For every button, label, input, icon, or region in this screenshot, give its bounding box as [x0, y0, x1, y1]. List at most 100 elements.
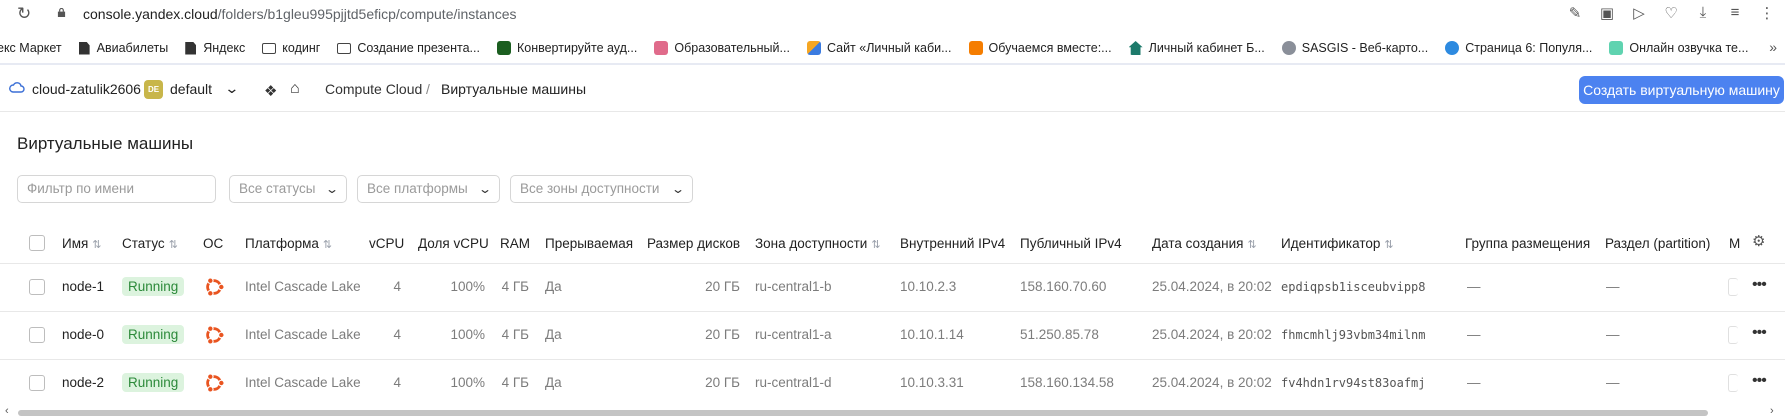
bookmark-item[interactable]: Авиабилеты	[78, 41, 169, 55]
vcpu-share-cell: 100%	[450, 279, 485, 294]
more-actions-icon[interactable]: •••	[1752, 372, 1767, 390]
id-cell[interactable]: fhmcmhlj93vbm34milnm	[1281, 328, 1426, 342]
column-header-zone[interactable]: Зона доступности ⇅	[755, 236, 881, 251]
home-icon[interactable]: ⌂	[290, 80, 300, 98]
vcpu-cell: 4	[393, 375, 401, 390]
id-cell[interactable]: fv4hdn1rv94st83oafmj	[1281, 376, 1426, 390]
bookmark-item[interactable]: Яндекс	[185, 41, 245, 55]
more-actions-icon[interactable]: •••	[1752, 324, 1767, 342]
id-cell[interactable]: epdiqpsb1isceubvipp8	[1281, 280, 1426, 294]
lock-icon	[57, 8, 66, 17]
document-icon	[78, 41, 90, 55]
bookmark-label: Образовательный...	[674, 41, 790, 55]
url-field[interactable]: console.yandex.cloud/folders/b1gleu995pj…	[83, 6, 517, 22]
platform-filter-select[interactable]: Все платформы ⌄	[357, 175, 500, 203]
column-header-id[interactable]: Идентификатор ⇅	[1281, 236, 1394, 251]
sort-icon[interactable]: ⇅	[1248, 239, 1257, 251]
table-row[interactable]: node-1 Running Intel Cascade Lake 4 100% 4 ГБ…	[0, 263, 1785, 311]
preemptible-cell: Да	[545, 327, 562, 342]
preemptible-cell: Да	[545, 375, 562, 390]
table-row[interactable]: node-2 Running Intel Cascade Lake 4 100% 4 ГБ…	[0, 359, 1785, 407]
select-all-checkbox[interactable]	[29, 235, 45, 251]
reload-icon[interactable]: ↻	[17, 4, 31, 24]
partition-cell: —	[1606, 279, 1620, 294]
sort-icon[interactable]: ⇅	[323, 239, 332, 251]
vm-name[interactable]: node-0	[62, 327, 104, 342]
services-icon[interactable]: ❖	[264, 82, 277, 100]
favicon-icon	[654, 41, 669, 55]
more-actions-icon[interactable]: •••	[1752, 276, 1767, 294]
folder-icon	[337, 42, 352, 54]
sort-icon[interactable]: ⇅	[169, 239, 178, 251]
breadcrumb-current: Виртуальные машины	[441, 81, 587, 97]
row-checkbox[interactable]	[29, 279, 45, 295]
zone-filter-select[interactable]: Все зоны доступности ⌄	[510, 175, 693, 203]
create-vm-button[interactable]: Создать виртуальную машину	[1579, 76, 1784, 104]
bookmark-item[interactable]: Личный кабинет Б...	[1128, 41, 1265, 55]
gear-icon[interactable]: ⚙	[1752, 232, 1765, 250]
play-icon[interactable]: ▷	[1631, 4, 1647, 22]
truncated-cell	[1728, 374, 1738, 392]
chevron-down-icon[interactable]: ⌄	[224, 80, 239, 97]
column-header-public-ip: Публичный IPv4	[1020, 236, 1122, 251]
name-filter-input[interactable]: Фильтр по имени	[17, 175, 216, 203]
horizontal-scrollbar[interactable]	[18, 410, 1708, 416]
bookmark-folder[interactable]: кодинг	[262, 41, 320, 55]
house-icon	[1128, 41, 1143, 55]
menu-icon[interactable]: ≡	[1727, 4, 1743, 22]
row-checkbox[interactable]	[29, 327, 45, 343]
url-path: /folders/b1gleu995pjjtd5eficp/compute/in…	[217, 6, 517, 22]
bookmark-item[interactable]: SASGIS - Веб-карто...	[1281, 41, 1428, 55]
bookmarks-overflow-icon[interactable]: »	[1769, 39, 1777, 55]
column-header-name[interactable]: Имя ⇅	[62, 236, 102, 251]
scroll-left-icon[interactable]: ‹	[5, 405, 9, 417]
column-header-platform[interactable]: Платформа ⇅	[245, 236, 332, 251]
bookmark-item[interactable]: екс Маркет	[0, 41, 62, 55]
bookmark-item[interactable]: Конвертируйте ауд...	[496, 41, 637, 55]
ubuntu-icon	[203, 372, 225, 394]
folder-selector[interactable]: default	[170, 81, 212, 97]
internal-ip-cell: 10.10.1.14	[900, 327, 964, 342]
bookmark-item[interactable]: Сайт «Личный каби...	[806, 41, 952, 55]
zone-cell: ru-central1-b	[755, 279, 832, 294]
vm-name[interactable]: node-2	[62, 375, 104, 390]
bookmark-folder[interactable]: Создание презента...	[337, 41, 480, 55]
browser-toolbar: ✎ ▣ ▷ ♡ ⤓ ≡ ⋮	[1567, 4, 1775, 22]
globe-icon	[1281, 41, 1296, 55]
bookmark-label: Авиабилеты	[96, 41, 169, 55]
bookmark-item[interactable]: Обучаемся вместе:...	[968, 41, 1112, 55]
bookmark-label: Онлайн озвучка те...	[1629, 41, 1749, 55]
breadcrumb-service[interactable]: Compute Cloud	[325, 81, 422, 97]
heart-icon[interactable]: ♡	[1663, 4, 1679, 22]
table-row[interactable]: node-0 Running Intel Cascade Lake 4 100% 4 ГБ…	[0, 311, 1785, 359]
bookmark-label: Яндекс	[203, 41, 246, 55]
partition-cell: —	[1606, 375, 1620, 390]
bookmark-item[interactable]: Образовательный...	[654, 41, 790, 55]
sort-icon[interactable]: ⇅	[1384, 239, 1393, 251]
sort-icon[interactable]: ⇅	[871, 239, 880, 251]
status-filter-select[interactable]: Все статусы ⌄	[229, 175, 347, 203]
vm-name[interactable]: node-1	[62, 279, 104, 294]
sort-icon[interactable]: ⇅	[92, 239, 101, 251]
cloud-selector[interactable]: cloud-zatulik2606	[32, 81, 141, 97]
column-header-status[interactable]: Статус ⇅	[122, 236, 178, 251]
partition-cell: —	[1606, 327, 1620, 342]
cloud-icon	[9, 82, 25, 93]
internal-ip-cell: 10.10.2.3	[900, 279, 957, 294]
column-label: Имя	[62, 236, 89, 251]
public-ip-cell: 158.160.134.58	[1020, 375, 1114, 390]
bookmark-item[interactable]: Онлайн озвучка те...	[1609, 41, 1748, 55]
public-ip-cell: 51.250.85.78	[1020, 327, 1099, 342]
vcpu-share-cell: 100%	[450, 375, 485, 390]
row-checkbox[interactable]	[29, 375, 45, 391]
download-icon[interactable]: ⤓	[1695, 4, 1711, 22]
edit-icon[interactable]: ✎	[1567, 4, 1583, 22]
bookmark-item[interactable]: Страница 6: Популя...	[1445, 41, 1592, 55]
scroll-right-icon[interactable]: ›	[1770, 405, 1774, 417]
more-vertical-icon[interactable]: ⋮	[1759, 4, 1775, 22]
platform-cell: Intel Cascade Lake	[245, 375, 361, 390]
camera-icon[interactable]: ▣	[1599, 4, 1615, 22]
status-badge: Running	[122, 277, 185, 296]
disk-size-cell: 20 ГБ	[705, 327, 740, 342]
column-header-created[interactable]: Дата создания ⇅	[1152, 236, 1257, 251]
